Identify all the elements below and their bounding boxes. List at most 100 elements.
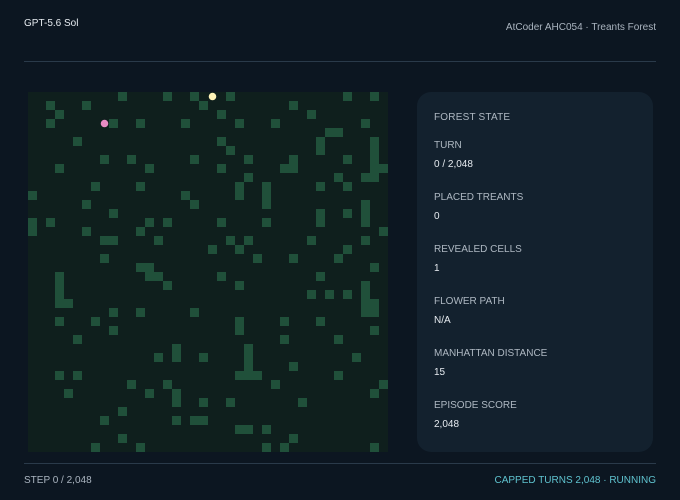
tree-cell	[109, 209, 118, 218]
tree-cell	[226, 146, 235, 155]
tree-cell	[262, 218, 271, 227]
tree-cell	[307, 110, 316, 119]
tree-cell	[235, 119, 244, 128]
tree-cell	[289, 362, 298, 371]
tree-cell	[109, 236, 118, 245]
tree-cell	[136, 119, 145, 128]
forest-board	[28, 92, 388, 452]
tree-cell	[55, 281, 64, 290]
tree-cell	[235, 281, 244, 290]
tree-cell	[361, 281, 370, 290]
tree-cell	[163, 218, 172, 227]
tree-cell	[154, 272, 163, 281]
tree-cell	[100, 416, 109, 425]
tree-cell	[271, 380, 280, 389]
tree-cell	[100, 155, 109, 164]
tree-cell	[370, 146, 379, 155]
tree-cell	[28, 227, 37, 236]
tree-cell	[262, 443, 271, 452]
tree-cell	[244, 236, 253, 245]
tree-cell	[370, 92, 379, 101]
tree-cell	[316, 209, 325, 218]
tree-cell	[199, 416, 208, 425]
tree-cell	[370, 173, 379, 182]
tree-cell	[289, 254, 298, 263]
tree-cell	[163, 92, 172, 101]
tree-cell	[244, 173, 253, 182]
tree-cell	[118, 92, 127, 101]
tree-cell	[334, 335, 343, 344]
tree-cell	[361, 290, 370, 299]
tree-cell	[316, 218, 325, 227]
tree-cell	[379, 380, 388, 389]
tree-cell	[118, 407, 127, 416]
tree-cell	[91, 443, 100, 452]
tree-cell	[64, 299, 73, 308]
tree-cell	[343, 245, 352, 254]
tree-cell	[244, 371, 253, 380]
tree-cell	[262, 200, 271, 209]
tree-cell	[370, 443, 379, 452]
tree-cell	[316, 146, 325, 155]
tree-cell	[82, 227, 91, 236]
tree-cell	[46, 119, 55, 128]
tree-cell	[136, 227, 145, 236]
tree-cell	[298, 398, 307, 407]
tree-cell	[361, 299, 370, 308]
tree-cell	[190, 155, 199, 164]
stat-value: 2,048	[434, 419, 460, 430]
tree-cell	[145, 164, 154, 173]
flower-marker	[100, 119, 109, 128]
tree-cell	[136, 263, 145, 272]
tree-cell	[217, 272, 226, 281]
tree-cell	[235, 245, 244, 254]
tree-cell	[172, 353, 181, 362]
tree-cell	[127, 380, 136, 389]
tree-cell	[289, 434, 298, 443]
tree-cell	[217, 218, 226, 227]
tree-cell	[199, 398, 208, 407]
tree-cell	[55, 371, 64, 380]
tree-cell	[73, 137, 82, 146]
tree-cell	[145, 389, 154, 398]
adventurer-marker	[208, 92, 217, 101]
tree-cell	[226, 92, 235, 101]
tree-cell	[244, 344, 253, 353]
tree-cell	[235, 371, 244, 380]
tree-cell	[46, 218, 55, 227]
tree-cell	[91, 182, 100, 191]
tree-cell	[82, 101, 91, 110]
tree-cell	[343, 209, 352, 218]
stat-label: PLACED TREANTS	[434, 192, 524, 203]
stat-value: 15	[434, 367, 446, 378]
tree-cell	[379, 227, 388, 236]
tree-cell	[55, 272, 64, 281]
tree-cell	[127, 155, 136, 164]
tree-cell	[145, 272, 154, 281]
stat-label: FLOWER PATH	[434, 296, 505, 307]
tree-cell	[73, 371, 82, 380]
tree-cell	[361, 308, 370, 317]
tree-cell	[145, 263, 154, 272]
stat-value: 0 / 2,048	[434, 159, 473, 170]
tree-cell	[280, 317, 289, 326]
tree-cell	[190, 308, 199, 317]
tree-cell	[172, 416, 181, 425]
tree-cell	[316, 272, 325, 281]
tree-cell	[145, 218, 154, 227]
stat-turn: TURN 0 / 2,048	[434, 140, 636, 192]
stat-manhattan-distance: MANHATTAN DISTANCE 15	[434, 348, 636, 400]
tree-cell	[370, 155, 379, 164]
tree-cell	[109, 326, 118, 335]
step-counter: STEP 0 / 2,048	[24, 475, 92, 486]
tree-cell	[55, 164, 64, 173]
tree-cell	[370, 263, 379, 272]
tree-cell	[370, 164, 379, 173]
tree-cell	[181, 119, 190, 128]
tree-cell	[226, 398, 235, 407]
tree-cell	[343, 92, 352, 101]
tree-cell	[370, 326, 379, 335]
tree-cell	[271, 119, 280, 128]
tree-cell	[361, 119, 370, 128]
tree-cell	[316, 182, 325, 191]
